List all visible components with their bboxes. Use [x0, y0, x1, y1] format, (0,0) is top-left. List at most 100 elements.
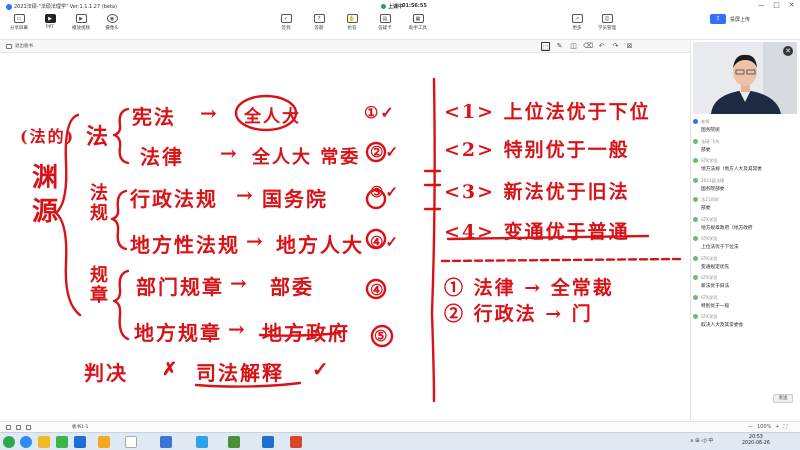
quiz-button[interactable]: ? 答题	[308, 14, 330, 31]
assistant-tools-button[interactable]: ▦ 助手工具	[407, 14, 429, 31]
teacher-video: ✕	[693, 42, 797, 114]
organ-quanrenda: 全人大	[244, 107, 301, 127]
quiz-label: 答题	[314, 26, 324, 31]
os-taskbar: ∧ ⊞ ◁) 中 20:53 2020-06-26	[0, 432, 800, 450]
bottom-sifajieshi: 司法解释	[196, 361, 284, 385]
avatar	[693, 158, 698, 163]
app-icon[interactable]	[228, 436, 240, 448]
edge-icon[interactable]	[74, 436, 86, 448]
arrow-6: →	[228, 317, 247, 341]
app-icon[interactable]	[98, 436, 110, 448]
chat-name: STK学员	[701, 158, 718, 163]
eraser-tool-icon[interactable]: ◫	[569, 42, 578, 51]
close-button[interactable]: ✕	[787, 1, 796, 9]
qa-card-button[interactable]: ▤ 答疑卡	[374, 14, 396, 31]
group-guizhang: 规章	[87, 265, 108, 305]
arrow-5: →	[230, 271, 249, 295]
board-title-yuan1: 渊	[32, 163, 61, 193]
crop-tool-icon[interactable]: ⬚	[541, 42, 550, 51]
source-difangguizhang: 地方规章	[134, 321, 222, 345]
redo-icon[interactable]: ↷	[611, 42, 620, 51]
cast-upload-button[interactable]: ⇪ 投屏上传	[710, 13, 782, 25]
left-toolbar: ▭ 分享屏幕 ▶ PPT ▶ 播放视频 ◉ 摄像头	[8, 14, 123, 31]
clock-date: 2020-06-26	[742, 441, 770, 446]
chat-list: 老师 国务院呢 法硕-飞鸟 部委 STK学员 地方法规（地方人大及其常委 202…	[691, 118, 799, 333]
chat-message: STK学员 变通规定优先	[691, 255, 799, 275]
live-indicator-icon	[381, 4, 386, 9]
note-1: ① 法律 → 全常裁	[444, 277, 614, 299]
exit-board-button[interactable]: 退出板书	[6, 43, 33, 49]
clear-board-icon[interactable]: ⊠	[625, 42, 634, 51]
chat-name: STK学员	[701, 236, 718, 241]
undo-icon[interactable]: ↶	[597, 42, 606, 51]
zoom-out-button[interactable]: —	[748, 424, 753, 430]
rule-3: <3> 新法优于旧法	[444, 181, 630, 203]
camera-label: 摄像头	[105, 26, 119, 31]
ppt-label: PPT	[45, 25, 55, 30]
start-icon[interactable]	[3, 436, 15, 448]
share-screen-button[interactable]: ▭ 分享屏幕	[8, 14, 30, 31]
whiteboard-canvas[interactable]: (法的) 渊 源 法 法规 规章 宪法 → 全人大 ①✓ 法律 → 全人大 常委…	[0, 53, 690, 421]
app-icon[interactable]	[160, 436, 172, 448]
camera-icon: ◉	[106, 14, 118, 23]
share-out-icon: ↗	[571, 14, 583, 23]
video-play-icon: ▶	[75, 14, 87, 23]
camera-button[interactable]: ◉ 摄像头	[101, 14, 123, 31]
pen-tool-icon[interactable]: ✎	[555, 42, 564, 51]
wechat-icon[interactable]	[56, 436, 68, 448]
students-icon: ☺	[601, 14, 613, 23]
avatar	[693, 138, 698, 144]
students-button[interactable]: ☺ 学员管理	[596, 14, 618, 31]
maximize-button[interactable]: □	[772, 1, 781, 9]
avatar	[693, 275, 698, 280]
browser-icon[interactable]	[20, 436, 32, 448]
ppt-button[interactable]: ▶ PPT	[39, 14, 61, 31]
file-explorer-icon[interactable]	[38, 436, 50, 448]
live-timer: 01:56:55	[402, 3, 427, 9]
powerpoint-icon[interactable]	[290, 436, 302, 448]
screen-share-icon: ▭	[13, 14, 25, 23]
signin-button[interactable]: ✓ 签到	[275, 14, 297, 31]
tray-icons[interactable]: ∧ ⊞ ◁) 中	[690, 437, 713, 444]
zoom-in-button[interactable]: +	[775, 424, 779, 430]
rule-2: <2> 特别优于一般	[444, 139, 630, 161]
note-2: ② 行政法 → 门	[444, 303, 593, 325]
add-page-icon[interactable]	[26, 425, 31, 430]
title-row: 2021法硕-"法硕法理学" Ver:1.1.1.27 (beta) 上课中 0…	[0, 0, 800, 13]
source-falv: 法律	[140, 145, 184, 169]
play-video-button[interactable]: ▶ 播放视频	[70, 14, 92, 31]
organ-guowuyuan: 国务院	[262, 187, 328, 211]
board-title-yuan2: 源	[32, 197, 61, 227]
source-difangfagui: 地方性法规	[130, 233, 240, 257]
source-bumenguizhang: 部门规章	[136, 275, 224, 299]
chat-name: 法21同学	[701, 197, 719, 202]
chat-message: 法硕-飞鸟 部委	[691, 138, 799, 158]
chat-message: 2021届法硕 国务院部委	[691, 177, 799, 197]
num-3: ③✓	[370, 183, 401, 201]
chat-text: 地方规章政府（地方政府	[701, 225, 753, 231]
page-list-icon[interactable]	[16, 425, 21, 430]
exit-icon	[6, 43, 12, 49]
app-icon[interactable]	[196, 436, 208, 448]
avatar	[693, 236, 698, 241]
share-out-button[interactable]: ↗ 更多	[566, 14, 588, 31]
arrow-4: →	[246, 229, 265, 253]
page-thumb-icon[interactable]	[6, 425, 11, 430]
app-icon[interactable]	[262, 436, 274, 448]
avatar	[693, 119, 698, 124]
fullscreen-button[interactable]: ⛶	[784, 424, 788, 430]
chat-text: 国务院呢	[701, 128, 720, 133]
organ-difangrenda: 地方人大	[276, 233, 364, 257]
send-button[interactable]: 发送	[773, 394, 793, 403]
cast-icon: ⇪	[710, 14, 726, 24]
grab-answer-button[interactable]: ✋ 抢答	[341, 14, 363, 31]
signin-icon: ✓	[280, 14, 292, 23]
delete-tool-icon[interactable]: ⌫	[583, 42, 593, 51]
close-video-button[interactable]: ✕	[783, 46, 793, 56]
minimize-button[interactable]: —	[757, 1, 766, 9]
share-out-label: 更多	[572, 26, 582, 31]
status-bar: 板书1-1 — 100% + ⛶	[0, 421, 800, 432]
avatar	[693, 197, 698, 202]
window-icon[interactable]	[125, 436, 137, 448]
rule-4: <4> 变通优于普通	[444, 221, 630, 243]
